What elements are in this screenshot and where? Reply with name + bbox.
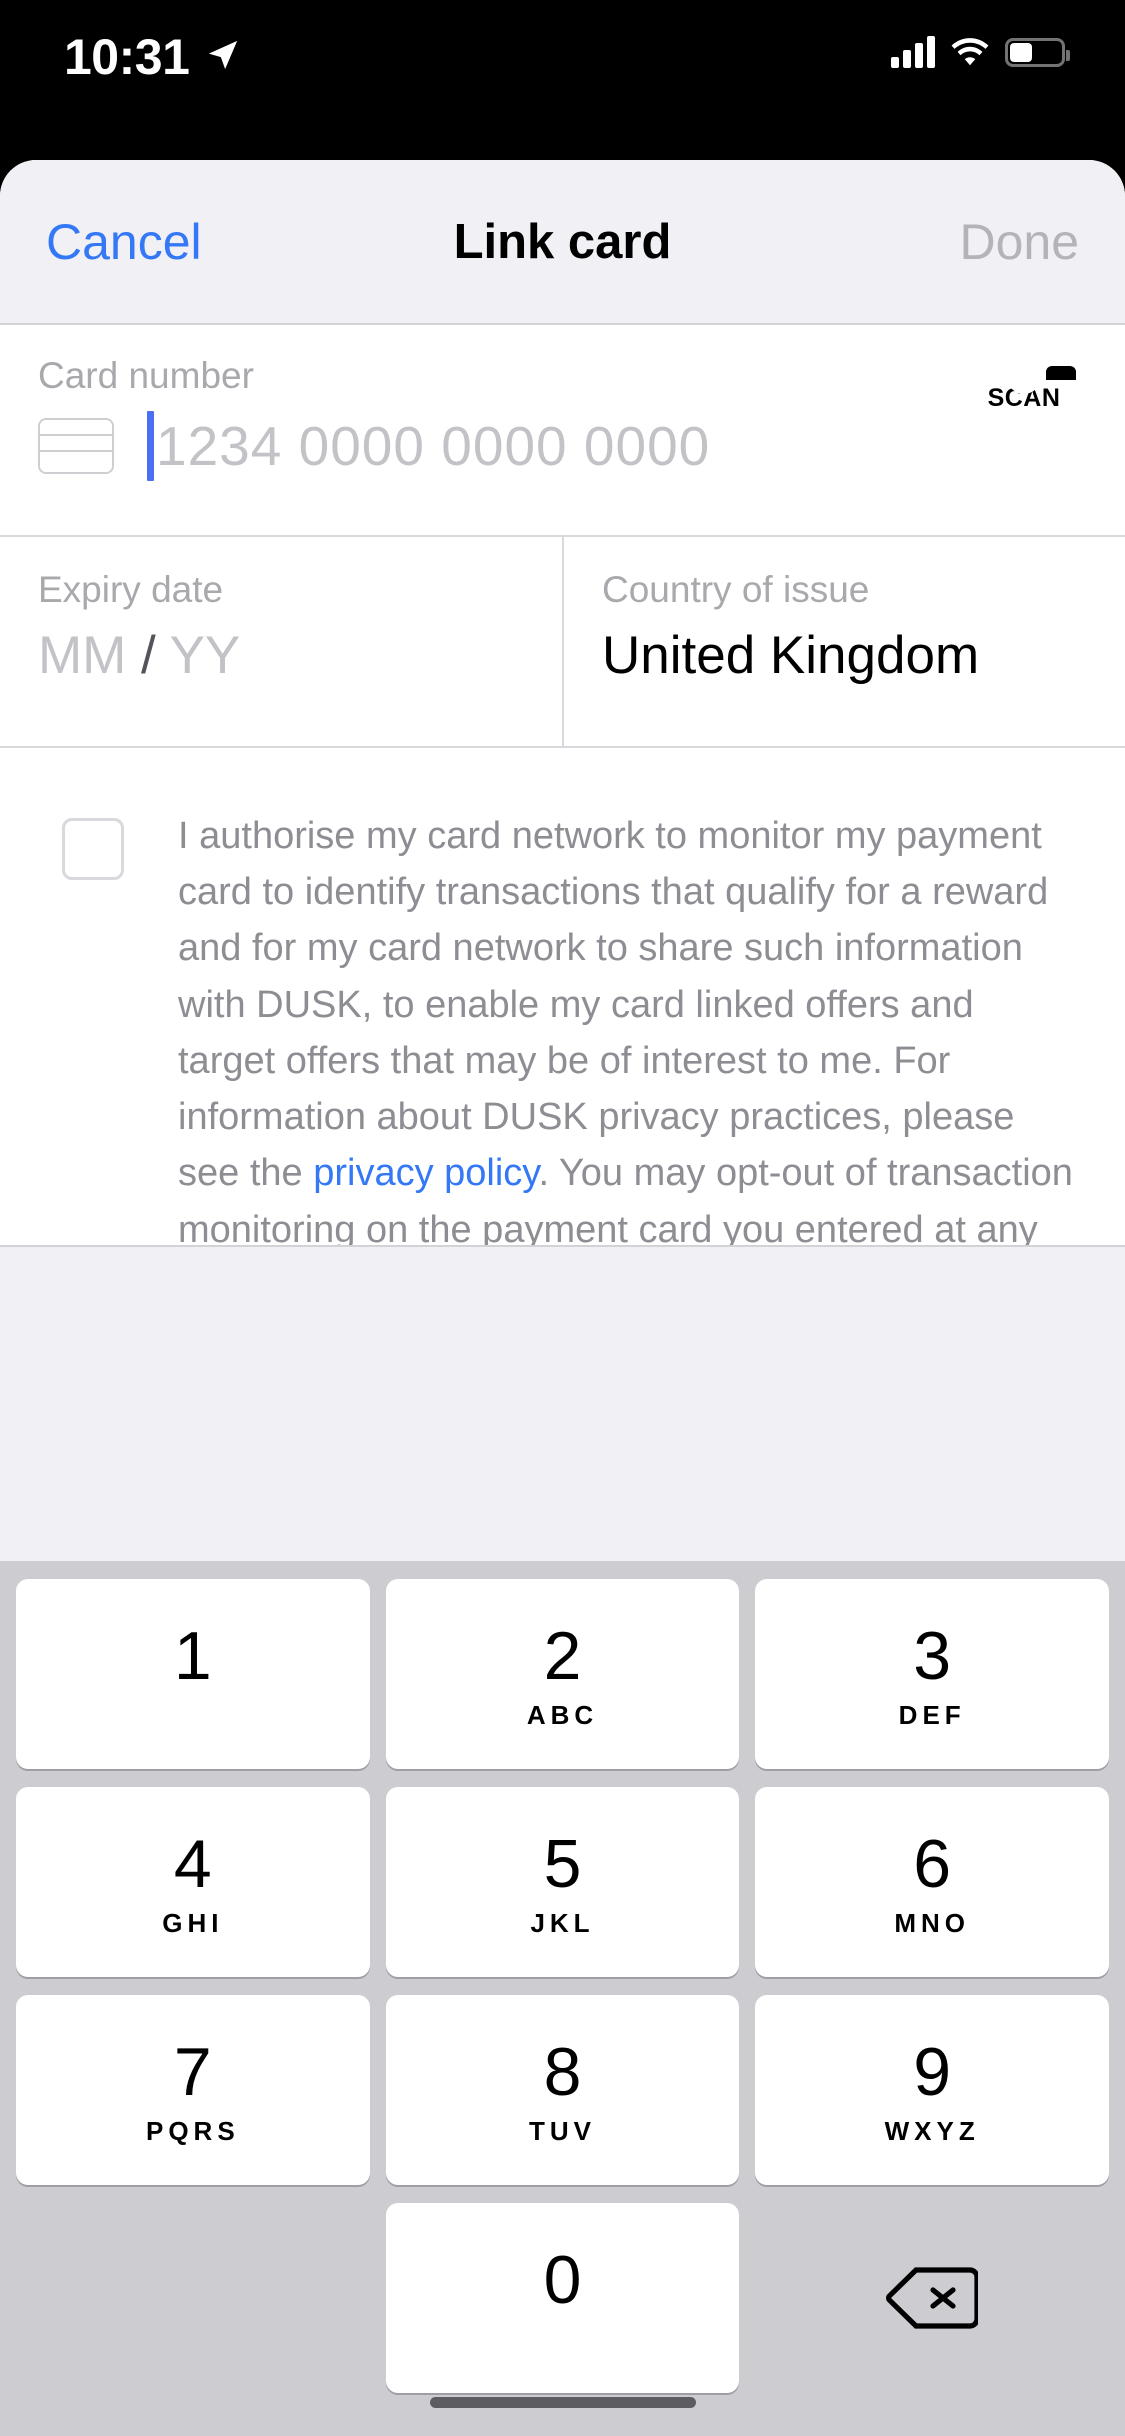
link-card-sheet: Cancel Link card Done Card number 1234 0… [0,160,1125,2436]
key-letters: PQRS [145,2116,240,2146]
country-of-issue-field[interactable]: Country of issue United Kingdom [562,537,1125,748]
key-digit: 2 [543,1618,582,1694]
keypad-row: 7 PQRS 8 TUV 9 WXYZ [8,1995,1117,2203]
key-8[interactable]: 8 TUV [385,1995,740,2185]
key-letters: GHI [162,1908,224,1938]
key-letters: WXYZ [884,2116,980,2146]
expiry-date-value: MM / YY [38,625,240,686]
keyboard-gap-area [0,1245,1125,1561]
key-digit: 1 [173,1618,212,1694]
country-of-issue-value: United Kingdom [602,626,980,685]
status-bar-time: 10:31 [64,29,190,85]
key-digit: 8 [543,2034,582,2110]
key-letters: TUV [529,2116,596,2146]
key-5[interactable]: 5 JKL [385,1787,740,1977]
done-button[interactable]: Done [959,160,1079,325]
phone-screen: 10:31 Cancel Link card Done Card number … [0,0,1125,2436]
page-title: Link card [453,215,672,269]
key-digit: 9 [913,2034,952,2110]
card-number-input[interactable]: 1234 0000 0000 0000 [38,411,710,481]
consent-text: I authorise my card network to monitor m… [178,808,1081,1314]
key-letters: ABC [526,1700,599,1730]
numeric-keypad: 1 2 ABC 3 DEF 4 GHI 5 JKL 6 MNO 7 PQRS 8… [0,1561,1125,2436]
consent-text-part-1: I authorise my card network to monitor m… [178,815,1049,1195]
expiry-year-placeholder: YY [169,626,241,685]
home-indicator [429,2397,696,2408]
expiry-country-row: Expiry date MM / YY Country of issue Uni… [0,537,1125,748]
key-blank [16,2203,370,2393]
expiry-date-label: Expiry date [38,569,224,610]
key-digit: 3 [913,1618,952,1694]
key-4[interactable]: 4 GHI [16,1787,370,1977]
key-digit: 6 [913,1826,952,1902]
wifi-icon [951,38,989,66]
keypad-row: 1 2 ABC 3 DEF [8,1579,1117,1787]
key-7[interactable]: 7 PQRS [16,1995,370,2185]
key-letters: DEF [898,1700,966,1730]
key-letters: MNO [894,1908,971,1938]
expiry-date-field[interactable]: Expiry date MM / YY [0,537,560,748]
expiry-separator: / [141,626,156,685]
key-0[interactable]: 0 [385,2203,740,2393]
privacy-policy-link[interactable]: privacy policy [313,1152,538,1194]
cellular-signal-icon [891,36,935,68]
key-digit: 7 [173,2034,212,2110]
expiry-month-placeholder: MM [38,626,127,685]
key-digit: 0 [543,2242,582,2318]
status-bar-icons [891,36,1070,68]
location-arrow-icon [208,40,238,70]
card-number-placeholder: 1234 0000 0000 0000 [156,415,711,477]
credit-card-icon [38,418,114,474]
key-2[interactable]: 2 ABC [385,1579,740,1769]
delete-icon [886,2267,979,2329]
key-digit: 4 [173,1826,212,1902]
key-digit: 5 [543,1826,582,1902]
key-6[interactable]: 6 MNO [755,1787,1110,1977]
key-delete[interactable] [755,2203,1109,2393]
scan-card-button[interactable]: SCAN [969,360,1079,413]
key-9[interactable]: 9 WXYZ [755,1995,1110,2185]
key-1[interactable]: 1 [16,1579,370,1769]
keypad-row: 0 [8,2203,1117,2411]
country-of-issue-label: Country of issue [602,569,870,610]
text-cursor [147,411,154,481]
key-3[interactable]: 3 DEF [755,1579,1110,1769]
battery-icon [1005,37,1070,67]
key-letters: JKL [530,1908,595,1938]
consent-section: I authorise my card network to monitor m… [0,748,1125,1307]
consent-checkbox[interactable] [62,818,124,880]
status-bar: 10:31 [0,0,1125,160]
keypad-row: 4 GHI 5 JKL 6 MNO [8,1787,1117,1995]
navigation-bar: Cancel Link card Done [0,160,1125,325]
card-number-row[interactable]: Card number 1234 0000 0000 0000 SCAN [0,325,1125,537]
card-number-label: Card number [38,355,254,396]
